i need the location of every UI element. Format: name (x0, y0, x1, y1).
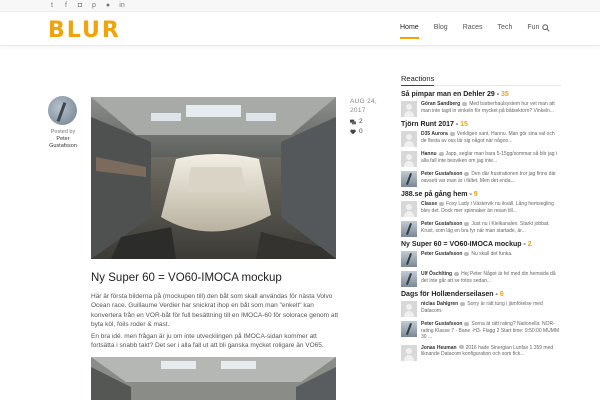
topic-count: 35 (500, 91, 509, 98)
nav-tech[interactable]: Tech (498, 24, 513, 39)
commenter-avatar (401, 131, 417, 147)
comment-item[interactable]: Classe Foxy Lady i Västervik nu ikväll. L… (401, 201, 561, 217)
pinterest-icon[interactable]: p (90, 2, 98, 10)
speech-bubble-icon (449, 131, 455, 136)
nav-races[interactable]: Races (463, 24, 483, 39)
comment-author[interactable]: Ulf Öschlting (421, 271, 452, 277)
topic-count: 2 (527, 241, 532, 248)
topic-count: 6 (499, 291, 504, 298)
topic-title[interactable]: Ny Super 60 = VO60-IMOCA mockup - 2 (401, 241, 561, 248)
facebook-icon[interactable]: f (62, 2, 70, 10)
comment-author[interactable]: Peter Gustafsson (421, 251, 462, 257)
comment-author[interactable]: Jonas Heuman (421, 345, 457, 351)
site-header: BLUR Home Blog Races Tech Fun (0, 12, 600, 46)
topic-title[interactable]: Så pimpar man en Dehler 29 - 35 (401, 91, 561, 98)
reaction-topics: Så pimpar man en Dehler 29 - 35 Göran San… (401, 91, 561, 361)
commenter-avatar (401, 171, 417, 187)
commenter-avatar (401, 221, 417, 237)
heart-icon (350, 129, 356, 134)
nav-fun[interactable]: Fun (527, 24, 539, 39)
nav-blog[interactable]: Blog (434, 24, 448, 39)
commenter-avatar (401, 201, 417, 217)
comment-author[interactable]: Göran Sandberg (421, 101, 460, 107)
comment-item[interactable]: D35 Aurora Verkligen sant, Hannu. Man gör… (401, 131, 561, 147)
linkedin-icon[interactable]: in (118, 2, 126, 10)
topic-title[interactable]: Tjörn Runt 2017 - 15 (401, 121, 561, 128)
comment-item[interactable]: Peter Gustafsson Den där frustrationen tr… (401, 171, 561, 187)
commenter-avatar (401, 271, 417, 287)
search-icon[interactable] (542, 24, 550, 32)
commenter-avatar (401, 301, 417, 317)
speech-bubble-icon (460, 301, 466, 306)
topic-title[interactable]: Dags för Hollænderseilasen - 6 (401, 291, 561, 298)
speech-bubble-icon (464, 171, 470, 176)
post-date: AUG 24, 2017 (350, 98, 378, 114)
instagram-icon[interactable]: ◘ (76, 2, 84, 10)
comment-author[interactable]: niclas Dahlgren (421, 301, 458, 307)
comment-item[interactable]: Peter Gustafsson Nu skall det funka. (401, 251, 561, 267)
topic-title[interactable]: J88.se på gång hem - 9 (401, 191, 561, 198)
speech-bubble-icon (454, 271, 460, 276)
comment-author[interactable]: Classe (421, 201, 437, 207)
author-avatar[interactable] (48, 96, 77, 125)
flickr-icon[interactable]: ● (104, 2, 112, 10)
widget-title: Reactions (401, 74, 435, 86)
topic-count: 9 (473, 191, 478, 198)
speech-bubble-icon (439, 201, 445, 206)
commenter-avatar (401, 321, 417, 337)
commenter-avatar (401, 101, 417, 117)
comment-item[interactable]: Jonas Heuman 2016 hade Sinergian Lunfax 1… (401, 344, 561, 361)
post-author: Posted by Peter Gustafsson (48, 96, 78, 150)
post-paragraph: Här är första bilderna på (mockupen till… (91, 293, 339, 328)
topic-count: 15 (460, 121, 468, 128)
posted-by-label: Posted by (50, 129, 76, 135)
post-featured-image[interactable] (91, 97, 336, 259)
speech-bubble-icon (458, 345, 464, 350)
comment-item[interactable]: niclas Dahlgren Sorry är rätt tung i jämf… (401, 301, 561, 317)
main-nav: Home Blog Races Tech Fun (400, 24, 554, 39)
post-title[interactable]: Ny Super 60 = VO60-IMOCA mockup (91, 272, 282, 284)
post-body: Här är första bilderna på (mockupen till… (91, 292, 341, 354)
twitter-icon[interactable]: t (48, 2, 56, 10)
commenter-avatar (401, 344, 417, 361)
speech-bubble-icon (464, 251, 470, 256)
comment-icon (350, 119, 356, 124)
post-meta: AUG 24, 2017 2 0 (350, 97, 390, 135)
comment-item[interactable]: Peter Gustafsson Just nu i Kielkanalen. S… (401, 221, 561, 237)
comment-item[interactable]: Ulf Öschlting Hej Peter Något är fel med … (401, 271, 561, 287)
comment-item[interactable]: Hannu Japp, seglar man bara 5-15gg/sommar… (401, 151, 561, 167)
comment-excerpt: Nu skall det funka. (471, 251, 513, 257)
comment-author[interactable]: D35 Aurora (421, 131, 448, 137)
speech-bubble-icon (438, 151, 444, 156)
reactions-sidebar: Reactions Så pimpar man en Dehler 29 - 3… (401, 68, 561, 365)
comment-author[interactable]: Peter Gustafsson (421, 321, 462, 327)
post-image-second[interactable] (91, 357, 336, 400)
comment-author[interactable]: Peter Gustafsson (421, 171, 462, 177)
commenter-avatar (401, 251, 417, 267)
social-icons: t f ◘ p ● in (48, 2, 126, 10)
site-logo[interactable]: BLUR (48, 18, 121, 43)
comment-item[interactable]: Peter Gustafsson Sorna ät rätt rating? Na… (401, 321, 561, 341)
speech-bubble-icon (464, 221, 470, 226)
author-name[interactable]: Peter Gustafsson (48, 136, 78, 150)
top-bar: t f ◘ p ● in (0, 0, 600, 12)
comment-author[interactable]: Hannu (421, 151, 437, 157)
commenter-avatar (401, 151, 417, 167)
speech-bubble-icon (464, 321, 470, 326)
like-count[interactable]: 0 (350, 128, 390, 135)
speech-bubble-icon (462, 101, 468, 106)
nav-home[interactable]: Home (400, 24, 419, 39)
comment-author[interactable]: Peter Gustafsson (421, 221, 462, 227)
comment-item[interactable]: Göran Sandberg Med barberhaulsystem hur v… (401, 101, 561, 117)
post-paragraph: En bra idé. men frågan är ju om inte utv… (91, 333, 324, 350)
comment-count[interactable]: 2 (350, 118, 390, 125)
